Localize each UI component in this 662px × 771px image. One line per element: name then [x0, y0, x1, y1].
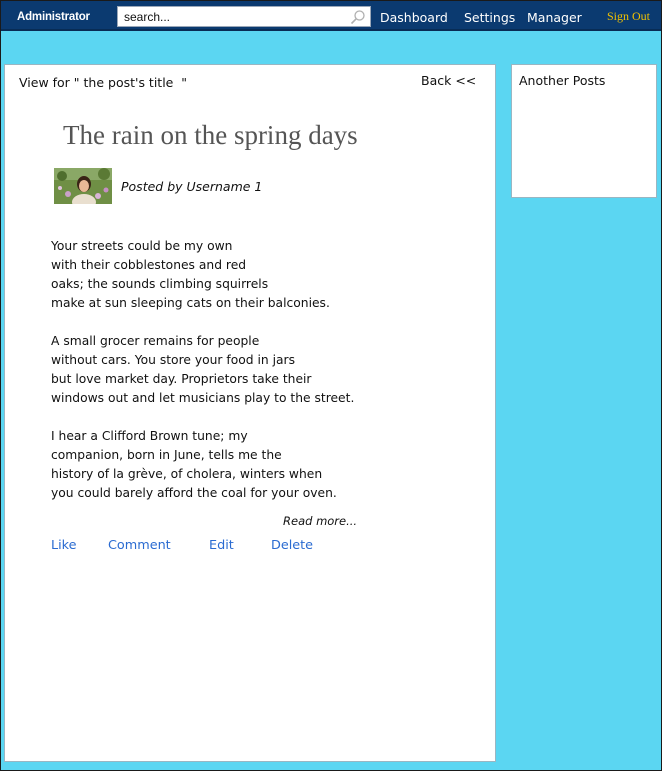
post-line: you could barely afford the coal for you…: [51, 486, 337, 500]
nav-dashboard[interactable]: Dashboard: [380, 10, 448, 25]
post-line: without cars. You store your food in jar…: [51, 353, 296, 367]
post-line: A small grocer remains for people: [51, 334, 260, 348]
view-for-label: View for " the post's title ": [19, 75, 188, 90]
post-line: with their cobblestones and red: [51, 258, 247, 272]
nav-manager[interactable]: Manager: [527, 10, 582, 25]
post-title: The rain on the spring days: [63, 120, 358, 150]
search-box: [117, 6, 371, 27]
post-line: windows out and let musicians play to th…: [51, 391, 355, 405]
search-input[interactable]: [118, 7, 352, 26]
comment-button[interactable]: Comment: [108, 538, 171, 553]
post-line: oaks; the sounds climbing squirrels: [51, 277, 269, 291]
posted-by-label: Posted by Username 1: [121, 179, 263, 194]
top-navigation-bar: Administrator Dashboard Settings Manager…: [0, 0, 662, 31]
sign-out-link[interactable]: Sign Out: [607, 9, 650, 24]
another-posts-panel: Another Posts: [511, 64, 657, 198]
search-icon[interactable]: [350, 9, 366, 25]
post-line: Your streets could be my own: [51, 239, 233, 253]
read-more-link[interactable]: Read more...: [283, 514, 357, 528]
post-line: but love market day. Proprietors take th…: [51, 372, 312, 386]
nav-settings[interactable]: Settings: [464, 10, 515, 25]
post-line: history of la grève, of cholera, winters…: [51, 467, 323, 481]
post-panel: View for " the post's title " Back << Th…: [4, 64, 496, 762]
another-posts-title: Another Posts: [519, 73, 606, 88]
post-stanza: Your streets could be my own with their …: [51, 237, 471, 313]
brand-label: Administrator: [17, 11, 90, 23]
like-button[interactable]: Like: [51, 538, 77, 553]
post-stanza: A small grocer remains for people withou…: [51, 332, 471, 408]
post-body: Your streets could be my own with their …: [51, 237, 471, 522]
post-line: make at sun sleeping cats on their balco…: [51, 296, 330, 310]
post-line: companion, born in June, tells me the: [51, 448, 282, 462]
post-stanza: I hear a Clifford Brown tune; my compani…: [51, 427, 471, 503]
avatar-photo: [54, 168, 112, 204]
author-avatar[interactable]: [54, 168, 112, 204]
edit-button[interactable]: Edit: [209, 538, 234, 553]
back-link[interactable]: Back <<: [421, 73, 476, 88]
post-line: I hear a Clifford Brown tune; my: [51, 429, 248, 443]
delete-button[interactable]: Delete: [271, 538, 313, 553]
